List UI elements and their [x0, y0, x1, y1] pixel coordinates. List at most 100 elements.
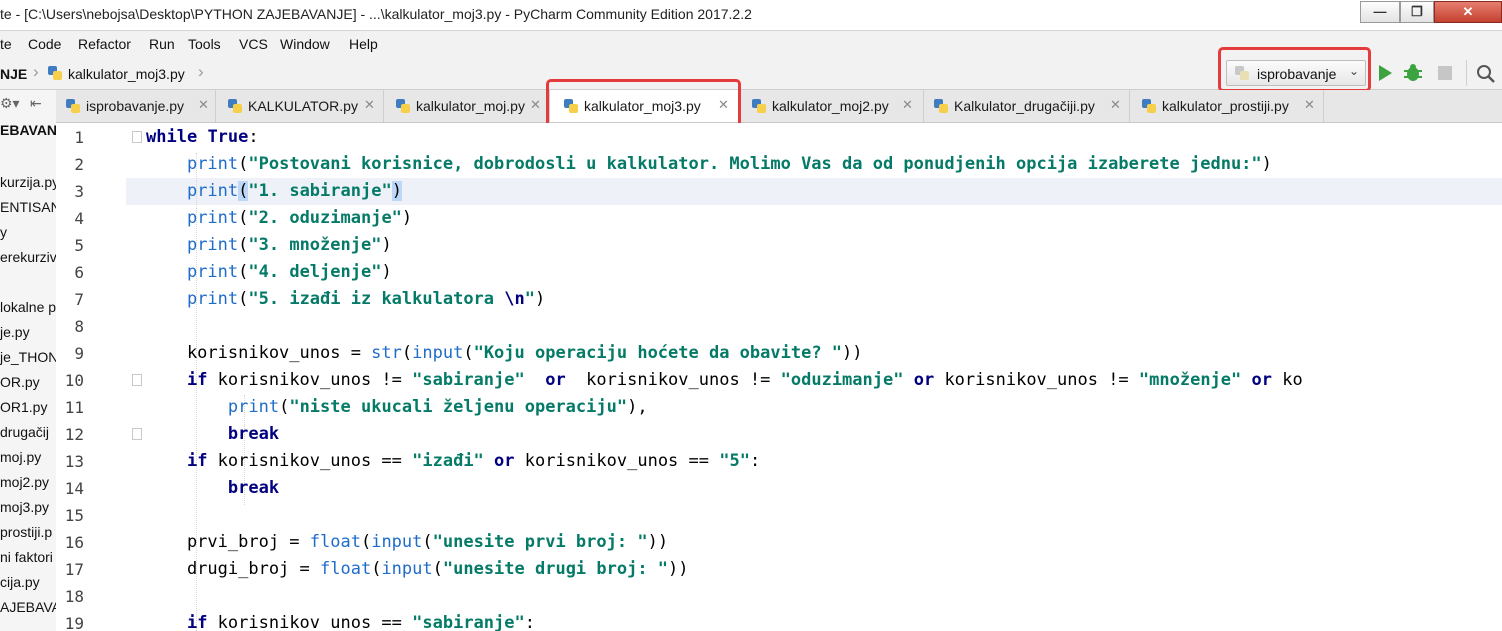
editor-tab-bar: isprobavanje.py ✕ KALKULATOR.py ✕ kalkul… [56, 90, 1502, 123]
tab-kalkulator-moj[interactable]: kalkulator_moj.py ✕ [384, 90, 550, 122]
line-number: 11 [64, 398, 84, 417]
menu-help[interactable]: Help [349, 36, 378, 52]
python-file-icon [396, 99, 410, 113]
window-title: te - [C:\Users\nebojsa\Desktop\PYTHON ZA… [0, 6, 752, 22]
debug-icon[interactable] [1403, 63, 1423, 83]
close-tab-icon[interactable]: ✕ [1110, 97, 1121, 113]
project-item[interactable]: OR.py [0, 374, 40, 390]
menu-tools[interactable]: Tools [188, 36, 221, 52]
line-number: 3 [74, 182, 84, 201]
close-icon: ✕ [1462, 4, 1474, 19]
tab-kalkulator-moj2[interactable]: kalkulator_moj2.py ✕ [740, 90, 924, 122]
project-item[interactable]: moj2.py [0, 474, 49, 490]
minimize-button[interactable]: — [1360, 1, 1400, 23]
project-item[interactable]: erekurzivi [0, 249, 56, 265]
line-number: 16 [64, 533, 84, 552]
code-line: break [227, 424, 280, 444]
tab-label: isprobavanje.py [86, 98, 185, 114]
project-item[interactable]: lokalne p [0, 299, 56, 315]
line-number: 12 [64, 425, 84, 444]
title-bar: te - [C:\Users\nebojsa\Desktop\PYTHON ZA… [0, 0, 1502, 31]
close-tab-icon[interactable]: ✕ [198, 97, 209, 113]
project-item[interactable]: moj3.py [0, 499, 49, 515]
close-button[interactable]: ✕ [1434, 1, 1502, 23]
breadcrumb-project[interactable]: NJE [0, 66, 27, 82]
code-line: print("1. sabiranje") [186, 181, 402, 201]
code-line: if korisnikov_unos == "sabiranje": [186, 613, 535, 631]
collapse-icon[interactable]: ⇤ [30, 95, 42, 112]
search-icon[interactable] [1476, 64, 1496, 84]
fold-marker-icon[interactable] [132, 428, 142, 440]
code-line: prvi_broj = float(input("unesite prvi br… [146, 532, 669, 552]
tab-label: KALKULATOR.py [248, 98, 358, 114]
project-panel: ⚙▾ ⇤ EBAVAN kurzija.py ENTISAN y erekurz… [0, 90, 57, 631]
code-line: drugi_broj = float(input("unesite drugi … [146, 559, 689, 579]
project-item[interactable]: kurzija.py [0, 174, 56, 190]
line-number: 5 [74, 236, 84, 255]
project-item[interactable]: OR1.py [0, 399, 47, 415]
python-file-icon [934, 99, 948, 113]
project-item[interactable]: AJEBAVA [0, 599, 56, 615]
menu-refactor[interactable]: Refactor [78, 36, 131, 52]
code-line: print("Postovani korisnice, dobrodosli u… [186, 154, 1272, 174]
python-file-icon [752, 99, 766, 113]
project-item[interactable]: prostiji.p [0, 524, 52, 540]
fold-marker-icon[interactable] [132, 131, 142, 143]
line-number: 14 [64, 479, 84, 498]
line-number: 15 [64, 506, 84, 525]
line-number-gutter: 1 2 3 4 5 6 7 8 9 10 11 12 13 14 15 16 17 18 19 [56, 123, 126, 631]
project-item[interactable]: ENTISAN [0, 199, 56, 215]
menu-window[interactable]: Window [280, 36, 330, 52]
line-number: 10 [64, 371, 84, 390]
code-line: korisnikov_unos = str(input("Koju operac… [146, 343, 863, 363]
tab-label: kalkulator_moj.py [416, 98, 525, 114]
close-tab-icon[interactable]: ✕ [1304, 97, 1315, 113]
python-file-icon [48, 66, 62, 80]
line-number: 9 [74, 344, 84, 363]
breadcrumb-separator-icon: › [33, 62, 39, 81]
gear-icon[interactable]: ⚙▾ [0, 95, 20, 112]
code-editor[interactable]: 1 2 3 4 5 6 7 8 9 10 11 12 13 14 15 16 17 18 19 while True… [56, 123, 1502, 631]
menu-run[interactable]: Run [149, 36, 175, 52]
tab-label: Kalkulator_drugačiji.py [954, 98, 1095, 114]
line-number: 6 [74, 263, 84, 282]
restore-icon: ❐ [1411, 4, 1423, 19]
project-root[interactable]: EBAVAN [0, 122, 56, 138]
close-tab-icon[interactable]: ✕ [902, 97, 913, 113]
menu-vcs[interactable]: VCS [239, 36, 268, 52]
maximize-button[interactable]: ❐ [1400, 1, 1434, 23]
line-number: 1 [74, 128, 84, 147]
code-line: while True: [146, 127, 259, 147]
project-item[interactable]: moj.py [0, 449, 41, 465]
menu-navigate[interactable]: te [0, 36, 12, 52]
tab-kalkulator-drugaciji[interactable]: Kalkulator_drugačiji.py ✕ [924, 90, 1130, 122]
stop-icon[interactable] [1437, 65, 1453, 81]
code-line: break [227, 478, 280, 498]
line-number: 4 [74, 209, 84, 228]
line-number: 17 [64, 560, 84, 579]
project-item[interactable]: cija.py [0, 574, 40, 590]
menu-code[interactable]: Code [28, 36, 61, 52]
tab-kalkulator-prostiji[interactable]: kalkulator_prostiji.py ✕ [1130, 90, 1324, 122]
code-line: if korisnikov_unos != "sabiranje" or kor… [186, 370, 1303, 390]
tab-label: kalkulator_moj2.py [772, 98, 889, 114]
tab-kalkulator[interactable]: KALKULATOR.py ✕ [216, 90, 384, 122]
project-item[interactable]: je_THON [0, 349, 56, 365]
run-icon[interactable] [1377, 64, 1393, 82]
close-tab-icon[interactable]: ✕ [530, 97, 541, 113]
project-item[interactable]: je.py [0, 324, 30, 340]
line-number: 2 [74, 155, 84, 174]
breadcrumb-file[interactable]: kalkulator_moj3.py [68, 66, 185, 82]
close-tab-icon[interactable]: ✕ [364, 97, 375, 113]
project-item[interactable]: ni faktori [0, 549, 53, 565]
code-line: if korisnikov_unos == "izađi" or korisni… [186, 451, 761, 471]
fold-marker-icon[interactable] [132, 374, 142, 386]
line-number: 7 [74, 290, 84, 309]
breadcrumb-separator-icon: › [198, 62, 204, 81]
tab-isprobavanje[interactable]: isprobavanje.py ✕ [56, 90, 216, 122]
project-item[interactable]: drugačij [0, 424, 49, 440]
project-item[interactable]: y [0, 224, 7, 240]
